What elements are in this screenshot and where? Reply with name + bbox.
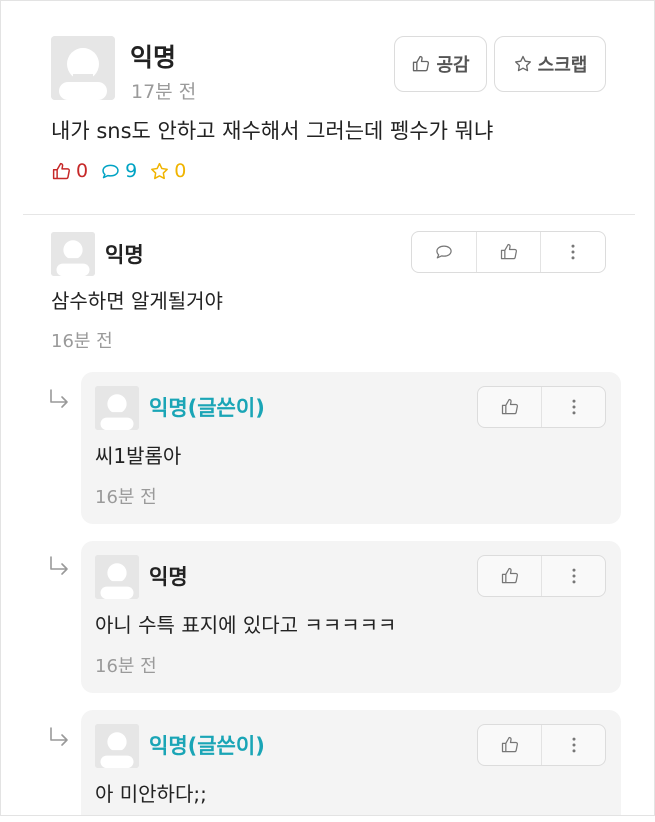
thumbs-up-icon xyxy=(501,736,518,753)
vertical-dots-icon xyxy=(571,244,575,260)
like-count: 0 xyxy=(51,160,88,182)
reply-arrow-icon xyxy=(50,727,68,746)
comment-count-value: 9 xyxy=(125,160,138,182)
star-icon xyxy=(151,162,169,179)
vertical-dots-icon xyxy=(572,737,575,753)
reply-author-avatar xyxy=(95,555,139,599)
reply-author-name: 익명(글쓴이) xyxy=(149,396,265,420)
comment-like-button[interactable] xyxy=(477,232,542,272)
thumbs-up-icon xyxy=(413,55,430,72)
reply-action-group xyxy=(477,555,606,597)
scrap-button-label: 스크랩 xyxy=(537,55,588,76)
post-time: 17분 전 xyxy=(131,81,197,103)
comment-action-group xyxy=(411,231,606,273)
reply-author-name: 익명(글쓴이) xyxy=(149,734,265,758)
like-button-label: 공감 xyxy=(436,55,470,76)
post-author-name: 익명 xyxy=(130,43,177,72)
thumbs-up-icon xyxy=(501,567,518,584)
comment-author-avatar xyxy=(51,232,95,276)
reply-item: 익명(글쓴이) 씨1발롬아 16분 전 xyxy=(81,372,621,524)
reply-item: 익명(글쓴이) 아 미안하다;; xyxy=(81,710,621,822)
reply-more-button[interactable] xyxy=(542,725,605,765)
post-divider xyxy=(23,214,635,215)
reply-author-avatar xyxy=(95,724,139,768)
reply-text: 아 미안하다;; xyxy=(95,782,207,806)
comment-count: 9 xyxy=(100,160,137,182)
bottom-edge xyxy=(0,815,655,822)
like-count-value: 0 xyxy=(76,160,89,182)
thumbs-up-icon xyxy=(52,162,70,179)
reply-like-button[interactable] xyxy=(478,556,542,596)
reply-time: 16분 전 xyxy=(95,487,157,508)
reply-more-button[interactable] xyxy=(542,387,605,427)
comment-reply-button[interactable] xyxy=(412,232,477,272)
reply-action-group xyxy=(477,724,606,766)
comment-text: 삼수하면 알게될거야 xyxy=(51,289,223,313)
speech-bubble-icon xyxy=(436,245,452,259)
reply-arrow-icon xyxy=(50,389,68,408)
like-button[interactable]: 공감 xyxy=(394,36,487,92)
post-title: 내가 sns도 안하고 재수해서 그러는데 펭수가 뭐냐 xyxy=(51,119,494,143)
reply-like-button[interactable] xyxy=(478,725,542,765)
scrap-count-value: 0 xyxy=(174,160,187,182)
vertical-dots-icon xyxy=(572,568,575,584)
comment-time: 16분 전 xyxy=(51,331,113,352)
reply-author-avatar xyxy=(95,386,139,430)
speech-bubble-icon xyxy=(102,164,119,178)
reply-author-name: 익명 xyxy=(149,565,188,589)
reply-like-button[interactable] xyxy=(478,387,542,427)
vertical-dots-icon xyxy=(572,399,575,415)
comment-more-button[interactable] xyxy=(541,232,605,272)
reply-text: 아니 수특 표지에 있다고 ㅋㅋㅋㅋㅋ xyxy=(95,613,397,637)
post-author-avatar xyxy=(51,36,115,100)
reply-item: 익명 아니 수특 표지에 있다고 ㅋㅋㅋㅋㅋ 16분 전 xyxy=(81,541,621,693)
thumbs-up-icon xyxy=(500,243,517,260)
reply-text: 씨1발롬아 xyxy=(95,444,182,468)
scrap-button[interactable]: 스크랩 xyxy=(494,36,606,92)
reply-arrow-icon xyxy=(50,556,68,575)
scrap-count: 0 xyxy=(149,160,186,182)
reply-more-button[interactable] xyxy=(542,556,605,596)
star-icon xyxy=(514,55,531,72)
thumbs-up-icon xyxy=(501,398,518,415)
comment-author-name: 익명 xyxy=(105,243,144,267)
post-stats: 0 9 0 xyxy=(51,160,198,182)
reply-time: 16분 전 xyxy=(95,656,157,677)
reply-action-group xyxy=(477,386,606,428)
